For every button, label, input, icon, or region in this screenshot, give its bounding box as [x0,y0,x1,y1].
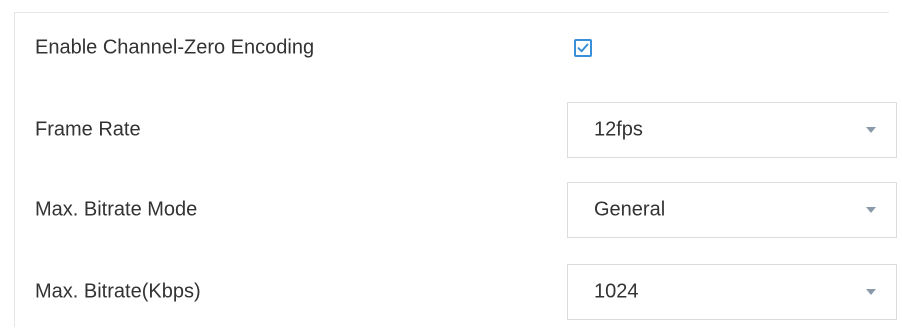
bitrate-mode-value: General [594,198,666,221]
frame-rate-label: Frame Rate [35,118,141,141]
chevron-down-icon [866,127,876,133]
bitrate-mode-select[interactable]: General [567,182,897,238]
enable-channel-zero-checkbox[interactable] [574,39,592,57]
enable-channel-zero-row: Enable Channel-Zero Encoding [15,19,889,77]
channel-zero-settings-panel: Enable Channel-Zero Encoding Frame Rate … [14,12,897,327]
chevron-down-icon [866,207,876,213]
chevron-down-icon [866,289,876,295]
checkmark-icon [577,43,589,53]
frame-rate-select[interactable]: 12fps [567,102,897,158]
max-bitrate-value: 1024 [594,280,639,303]
bitrate-mode-label: Max. Bitrate Mode [35,198,198,221]
enable-channel-zero-label: Enable Channel-Zero Encoding [35,36,315,59]
bitrate-mode-row: Max. Bitrate Mode General [15,181,897,239]
frame-rate-value: 12fps [594,118,643,141]
max-bitrate-row: Max. Bitrate(Kbps) 1024 [15,263,897,321]
max-bitrate-label: Max. Bitrate(Kbps) [35,280,201,303]
max-bitrate-select[interactable]: 1024 [567,264,897,320]
frame-rate-row: Frame Rate 12fps [15,101,897,159]
